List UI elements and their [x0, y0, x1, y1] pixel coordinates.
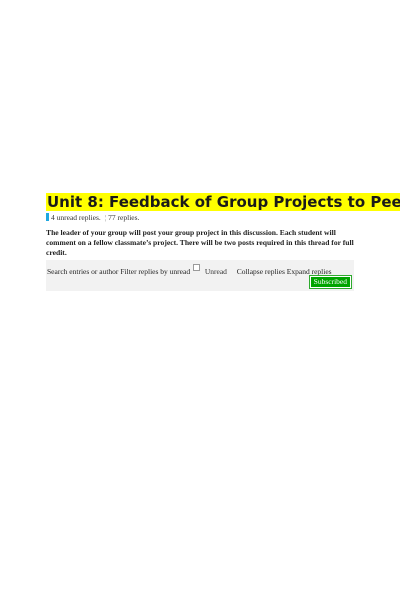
discussion-toolbar: Search entries or author Filter replies … [46, 260, 354, 291]
filter-label: Filter replies by unread [120, 267, 191, 276]
subscribed-button-frame: Subscribed [308, 275, 352, 289]
title-row: Unit 8: Feedback of Group Projects to Pe… [46, 193, 400, 212]
unread-indicator-icon [46, 213, 49, 221]
discussion-header: Unit 8: Feedback of Group Projects to Pe… [46, 193, 400, 291]
count-separator: ¦ [104, 213, 107, 222]
search-input[interactable]: Search entries or author [47, 267, 118, 276]
unread-replies-count: 4 unread replies. [51, 213, 101, 222]
page: Unit 8: Feedback of Group Projects to Pe… [0, 0, 400, 600]
reply-counts: 4 unread replies. ¦ 77 replies. [46, 213, 358, 223]
unread-filter-checkbox[interactable] [192, 264, 200, 271]
discussion-title: Unit 8: Feedback of Group Projects to Pe… [46, 193, 400, 211]
total-replies-count: 77 replies. [108, 213, 140, 222]
toolbar-row: Search entries or author Filter replies … [47, 264, 332, 277]
subscribed-button[interactable]: Subscribed [310, 277, 350, 287]
unread-filter-label: Unread [204, 267, 227, 276]
discussion-description: The leader of your group will post your … [46, 228, 354, 257]
collapse-replies-button[interactable]: Collapse replies [237, 267, 285, 276]
